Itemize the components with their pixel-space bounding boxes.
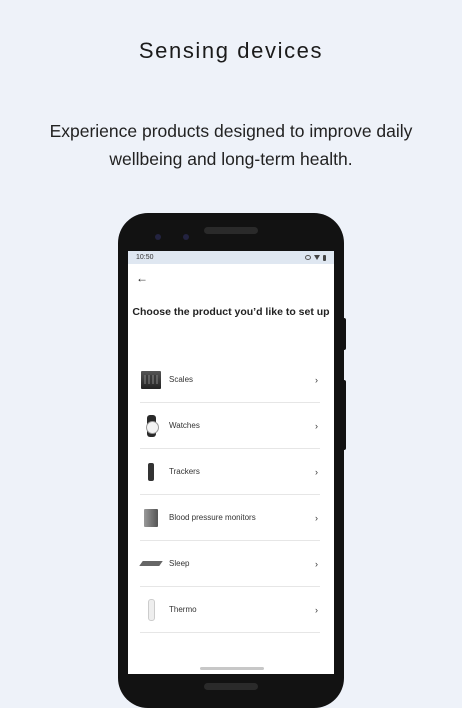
- front-sensor-icon: [183, 234, 189, 240]
- chevron-right-icon: ›: [315, 374, 318, 385]
- thermometer-icon: [147, 598, 155, 621]
- phone-screen: 10:50 ← Choose the product you’d like to…: [128, 251, 334, 674]
- product-row-watches[interactable]: Watches ›: [140, 403, 320, 449]
- watch-icon: [145, 414, 159, 437]
- scale-icon: [141, 370, 161, 389]
- phone-mockup: 10:50 ← Choose the product you’d like to…: [118, 213, 344, 708]
- product-label: Blood pressure monitors: [169, 513, 256, 522]
- battery-icon: [323, 254, 326, 261]
- status-bar: 10:50: [128, 251, 334, 264]
- status-icons: [305, 254, 326, 261]
- screen-title: Choose the product you’d like to set up: [132, 306, 330, 318]
- chevron-right-icon: ›: [315, 558, 318, 569]
- wifi-icon: [314, 255, 320, 260]
- chevron-right-icon: ›: [315, 466, 318, 477]
- back-arrow-icon[interactable]: ←: [136, 272, 148, 284]
- chevron-right-icon: ›: [315, 420, 318, 431]
- chevron-right-icon: ›: [315, 604, 318, 615]
- sleep-mat-icon: [139, 561, 163, 566]
- product-row-scales[interactable]: Scales ›: [140, 357, 320, 403]
- tracker-icon: [148, 462, 154, 481]
- product-row-trackers[interactable]: Trackers ›: [140, 449, 320, 495]
- home-indicator[interactable]: [200, 667, 264, 670]
- page-title: Sensing devices: [138, 38, 324, 63]
- page-subtitle: Experience products designed to improve …: [49, 121, 413, 169]
- blood-pressure-monitor-icon: [144, 508, 158, 527]
- product-label: Watches: [169, 421, 200, 430]
- phone-bottom-speaker: [204, 683, 258, 690]
- product-list: Scales › Watches › Trackers › Blood pres…: [139, 357, 320, 633]
- product-label: Trackers: [169, 467, 200, 476]
- product-row-thermo[interactable]: Thermo ›: [140, 587, 320, 633]
- product-label: Thermo: [169, 605, 197, 614]
- product-label: Scales: [169, 375, 194, 384]
- status-time: 10:50: [136, 254, 154, 261]
- product-row-blood-pressure[interactable]: Blood pressure monitors ›: [140, 495, 320, 541]
- eye-icon: [305, 255, 311, 260]
- phone-speaker: [204, 227, 258, 234]
- chevron-right-icon: ›: [315, 512, 318, 523]
- product-label: Sleep: [169, 559, 190, 568]
- product-row-sleep[interactable]: Sleep ›: [139, 541, 320, 587]
- front-camera-icon: [155, 234, 161, 240]
